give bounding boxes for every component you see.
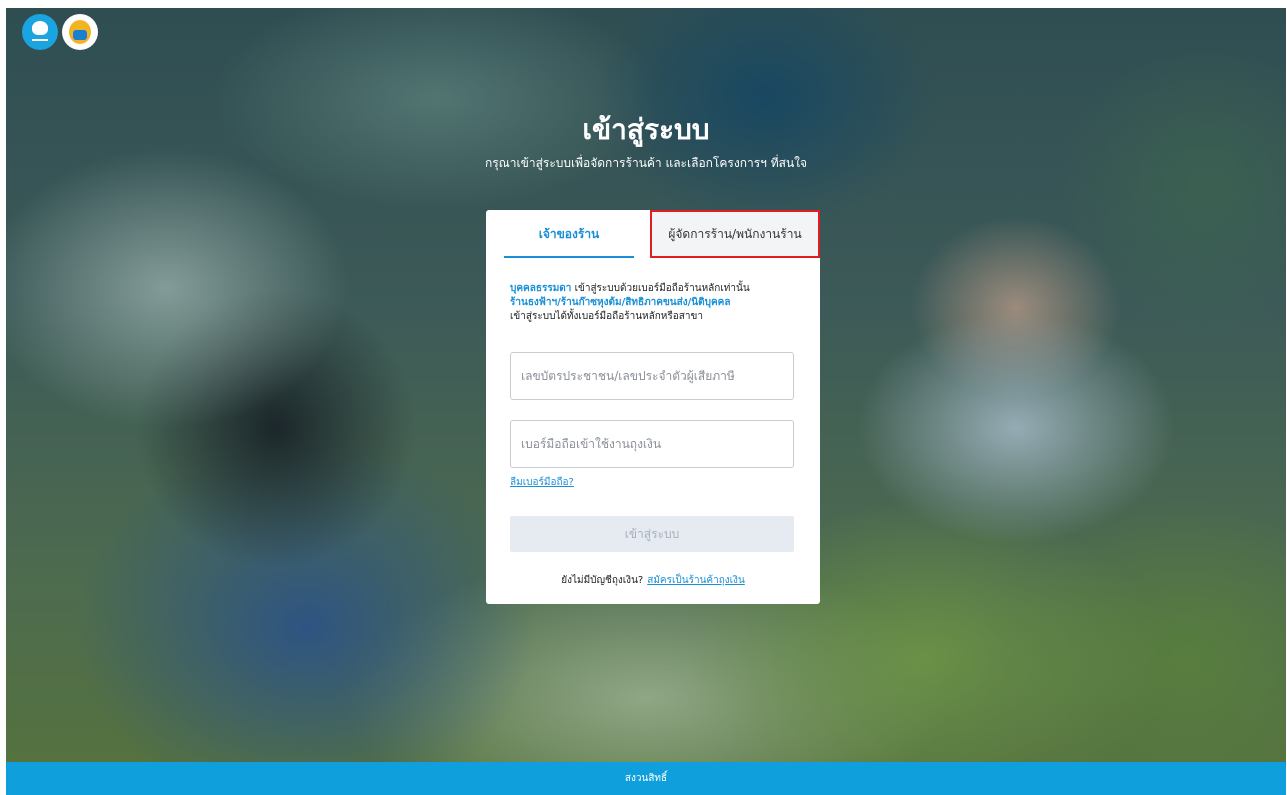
forgot-phone-link[interactable]: ลืมเบอร์มือถือ? (510, 475, 574, 490)
signup-link[interactable]: สมัครเป็นร้านค้าถุงเงิน (647, 575, 745, 586)
info-highlight-shops: ร้านธงฟ้าฯ/ร้านก๊าซหุงต้ม/สิทธิภาคขนส่ง/… (510, 297, 731, 308)
signup-row: ยังไม่มีบัญชีถุงเงิน? สมัครเป็นร้านค้าถุง… (486, 573, 820, 588)
tab-manager-staff[interactable]: ผู้จัดการร้าน/พนักงานร้าน (650, 210, 820, 258)
page-frame: เข้าสู่ระบบ กรุณาเข้าสู่ระบบเพื่อจัดการร… (6, 8, 1286, 795)
phone-number-input[interactable] (510, 420, 794, 468)
info-line-1: บุคคลธรรมดา เข้าสู่ระบบด้วยเบอร์มือถือร้… (510, 282, 800, 296)
footer: สงวนสิทธิ์ (6, 762, 1286, 795)
krungthai-logo-icon (22, 14, 58, 50)
login-button[interactable]: เข้าสู่ระบบ (510, 516, 794, 552)
page-title: เข้าสู่ระบบ (582, 113, 710, 146)
login-card: เจ้าของร้าน ผู้จัดการร้าน/พนักงานร้าน บุ… (486, 210, 820, 604)
signup-prompt: ยังไม่มีบัญชีถุงเงิน? (561, 575, 644, 586)
page-subtitle: กรุณาเข้าสู่ระบบเพื่อจัดการร้านค้า และเล… (484, 156, 808, 170)
login-tabs: เจ้าของร้าน ผู้จัดการร้าน/พนักงานร้าน (486, 210, 820, 258)
footer-text: สงวนสิทธิ์ (624, 773, 668, 784)
id-number-input[interactable] (510, 352, 794, 400)
info-text-individual: เข้าสู่ระบบด้วยเบอร์มือถือร้านหลักเท่านั… (571, 283, 750, 294)
tab-owner[interactable]: เจ้าของร้าน (486, 210, 652, 258)
info-highlight-individual: บุคคลธรรมดา (510, 283, 572, 294)
project-logo-icon (62, 14, 98, 50)
info-text-shops: เข้าสู่ระบบได้ทั้งเบอร์มือถือร้านหลักหรื… (510, 311, 703, 322)
login-info: บุคคลธรรมดา เข้าสู่ระบบด้วยเบอร์มือถือร้… (510, 282, 800, 324)
background-image: เข้าสู่ระบบ กรุณาเข้าสู่ระบบเพื่อจัดการร… (6, 8, 1286, 762)
